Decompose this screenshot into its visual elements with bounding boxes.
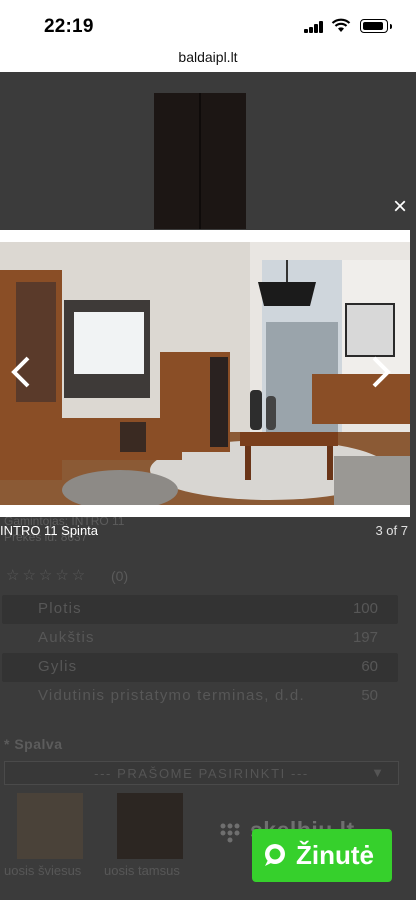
spec-value: 197 bbox=[352, 629, 378, 646]
lightbox bbox=[0, 230, 410, 517]
spec-label: Plotis bbox=[38, 600, 82, 617]
swatch-uosis-tamsus[interactable] bbox=[117, 793, 183, 859]
review-count: (0) bbox=[111, 568, 129, 584]
status-bar: 22:19 bbox=[0, 0, 416, 46]
url-bar[interactable]: baldaipl.lt bbox=[0, 46, 416, 72]
spec-value: 50 bbox=[361, 687, 378, 704]
gallery-photo bbox=[0, 242, 410, 505]
spec-label: Vidutinis pristatymo terminas, d.d. bbox=[38, 687, 305, 704]
spec-value: 100 bbox=[352, 600, 378, 617]
spec-label: Gylis bbox=[38, 658, 78, 675]
swatch-label: uosis šviesus bbox=[4, 863, 82, 878]
wifi-icon bbox=[331, 18, 351, 32]
living-room-photo bbox=[0, 242, 410, 505]
spec-label: Aukštis bbox=[38, 629, 95, 646]
lightbox-counter: 3 of 7 bbox=[375, 523, 408, 538]
cellular-signal-icon bbox=[304, 21, 324, 33]
rating-stars[interactable]: ☆☆☆☆☆ bbox=[6, 566, 88, 584]
color-select-placeholder: --- PRAŠOME PASIRINKTI --- bbox=[94, 766, 309, 781]
next-arrow-icon[interactable] bbox=[370, 355, 392, 389]
chevron-down-icon: ▼ bbox=[371, 765, 384, 780]
battery-icon bbox=[360, 19, 392, 33]
spec-row: Aukštis 197 bbox=[2, 624, 398, 653]
product-thumbnail bbox=[154, 93, 246, 229]
lightbox-caption: INTRO 11 Spinta bbox=[0, 523, 99, 538]
skelbiu-logo-icon bbox=[220, 823, 240, 843]
color-heading: * Spalva bbox=[4, 736, 63, 752]
prev-arrow-icon[interactable] bbox=[10, 355, 32, 389]
swatch-label: uosis tamsus bbox=[104, 863, 180, 878]
chat-bubble-icon bbox=[265, 844, 285, 866]
spec-table: Plotis 100 Aukštis 197 Gylis 60 Vidutini… bbox=[2, 595, 398, 711]
spec-value: 60 bbox=[361, 658, 378, 675]
message-button[interactable]: Žinutė bbox=[252, 829, 392, 882]
spec-row: Gylis 60 bbox=[2, 653, 398, 682]
spec-row: Vidutinis pristatymo terminas, d.d. 50 bbox=[2, 682, 398, 711]
clock: 22:19 bbox=[44, 16, 94, 37]
spec-row: Plotis 100 bbox=[2, 595, 398, 624]
color-select[interactable]: --- PRAŠOME PASIRINKTI --- ▼ bbox=[4, 761, 399, 785]
swatch-uosis-sviesus[interactable] bbox=[17, 793, 83, 859]
close-button[interactable]: × bbox=[391, 195, 409, 219]
message-button-label: Žinutė bbox=[296, 840, 374, 870]
